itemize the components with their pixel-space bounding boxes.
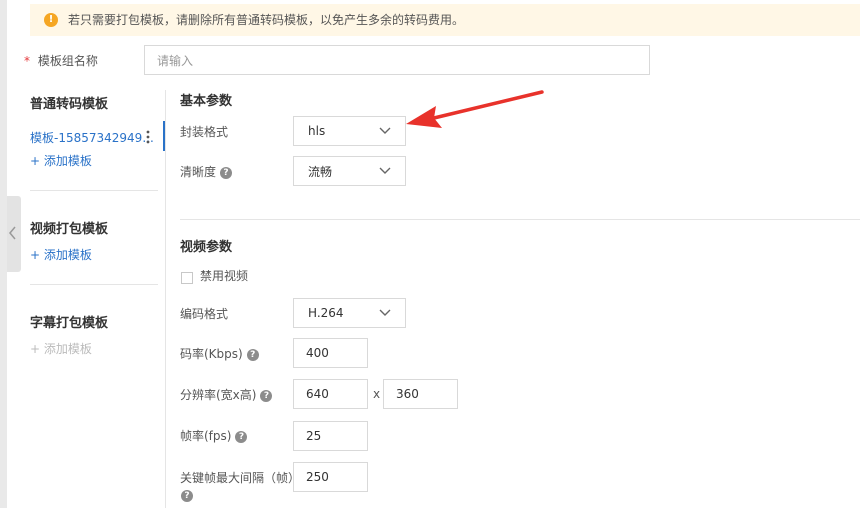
more-vertical-icon[interactable] (146, 130, 150, 144)
help-icon[interactable]: ? (246, 348, 259, 361)
help-icon[interactable]: ? (260, 389, 273, 402)
warning-icon: ! (44, 13, 58, 27)
quality-label: 清晰度? (180, 164, 233, 180)
resolution-label-text: 分辨率(宽x高) (180, 388, 257, 402)
add-subtitle-pack-link[interactable]: + 添加模板 (30, 341, 92, 357)
help-icon[interactable]: ? (235, 430, 248, 443)
collapse-handle[interactable] (7, 196, 21, 272)
format-select[interactable]: hls (293, 116, 406, 146)
video-pack-heading: 视频打包模板 (30, 222, 109, 237)
left-edge-bar (0, 0, 7, 508)
annotation-arrow-icon (406, 90, 544, 128)
gop-input[interactable]: 250 (293, 462, 368, 492)
chevron-down-icon (379, 309, 391, 316)
fps-label-text: 帧率(fps) (180, 429, 232, 443)
chevron-left-icon (9, 226, 16, 240)
quality-select[interactable]: 流畅 (293, 156, 406, 186)
disable-video-label: 禁用视频 (200, 269, 249, 283)
template-group-input[interactable]: 请输入 (144, 45, 650, 75)
codec-label: 编码格式 (180, 307, 229, 321)
resolution-label: 分辨率(宽x高)? (180, 387, 273, 403)
chevron-down-icon (379, 167, 391, 174)
sidebar-divider (30, 190, 158, 191)
quality-value: 流畅 (308, 164, 333, 179)
template-group-placeholder: 请输入 (157, 53, 194, 68)
codec-select[interactable]: H.264 (293, 298, 406, 328)
sidebar-divider (30, 284, 158, 285)
fps-label: 帧率(fps)? (180, 428, 248, 444)
bitrate-value: 400 (306, 346, 329, 360)
width-input[interactable]: 640 (293, 379, 368, 409)
warning-banner: ! 若只需要打包模板，请删除所有普通转码模板，以免产生多余的转码费用。 (30, 4, 860, 36)
template-group-label: * 模板组名称 (24, 53, 98, 69)
help-icon[interactable]: ? (220, 166, 233, 179)
disable-video-checkbox[interactable] (181, 272, 193, 284)
fps-input[interactable]: 25 (293, 421, 368, 451)
format-label: 封装格式 (180, 125, 229, 139)
warning-text: 若只需要打包模板，请删除所有普通转码模板，以免产生多余的转码费用。 (68, 13, 465, 27)
normal-template-item[interactable]: 模板-15857342949... (30, 130, 154, 146)
width-value: 640 (306, 387, 329, 401)
subtitle-pack-heading: 字幕打包模板 (30, 316, 109, 331)
chevron-down-icon (379, 127, 391, 134)
normal-template-heading: 普通转码模板 (30, 97, 109, 112)
help-icon[interactable]: ? (181, 490, 193, 502)
sidebar-separator (165, 90, 166, 508)
add-normal-template-link[interactable]: + 添加模板 (30, 153, 92, 169)
bitrate-label-text: 码率(Kbps) (180, 347, 243, 361)
fps-value: 25 (306, 429, 322, 443)
required-mark: * (24, 54, 30, 68)
height-input[interactable]: 360 (383, 379, 458, 409)
times-sign: x (373, 387, 381, 401)
video-params-heading: 视频参数 (180, 240, 233, 255)
section-divider (180, 219, 860, 220)
bitrate-input[interactable]: 400 (293, 338, 368, 368)
gop-value: 250 (306, 470, 329, 484)
bitrate-label: 码率(Kbps)? (180, 346, 259, 362)
add-video-pack-link[interactable]: + 添加模板 (30, 247, 92, 263)
gop-label: 关键帧最大间隔（帧） (180, 471, 301, 485)
format-value: hls (308, 124, 326, 138)
template-group-label-text: 模板组名称 (37, 54, 98, 68)
codec-value: H.264 (308, 306, 344, 320)
basic-params-heading: 基本参数 (180, 94, 233, 109)
height-value: 360 (396, 387, 419, 401)
quality-label-text: 清晰度 (180, 165, 217, 179)
